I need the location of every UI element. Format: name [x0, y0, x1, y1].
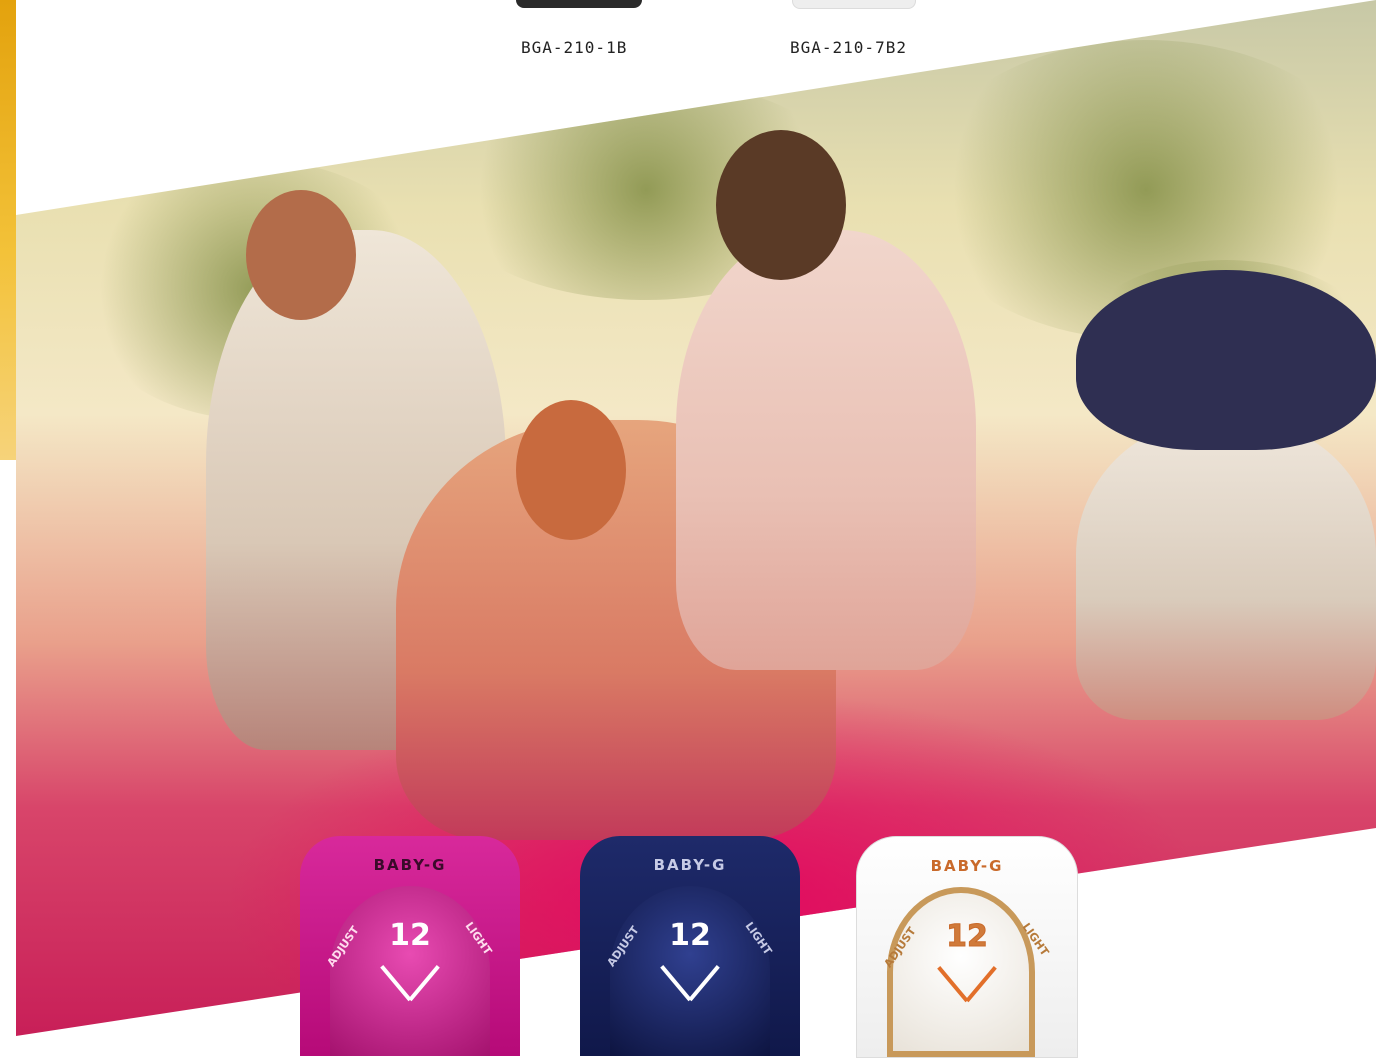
model-figure	[1076, 420, 1376, 720]
model-figure	[676, 230, 976, 670]
product-image-black-watch[interactable]	[516, 0, 642, 8]
product-model-label[interactable]: BGA-210-7B2	[790, 38, 907, 57]
product-image-white-watch[interactable]	[792, 0, 916, 9]
watch-product-white[interactable]: BABY-G ADJUST LIGHT 12	[856, 836, 1078, 1058]
watch-dial-number: 12	[669, 918, 711, 953]
watch-brand-label: BABY-G	[653, 856, 727, 874]
watch-product-pink[interactable]: BABY-G ADJUST LIGHT 12	[300, 836, 520, 1056]
watch-brand-label: BABY-G	[930, 857, 1004, 875]
watch-dial	[330, 886, 490, 1056]
watch-product-navy[interactable]: BABY-G ADJUST LIGHT 12	[580, 836, 800, 1056]
left-accent-strip	[0, 0, 16, 460]
watch-dial-number: 12	[389, 918, 431, 953]
watch-dial-number: 12	[946, 919, 989, 955]
watch-dial	[887, 887, 1035, 1057]
watch-dial	[610, 886, 770, 1056]
watch-brand-label: BABY-G	[373, 856, 447, 874]
product-model-label[interactable]: BGA-210-1B	[521, 38, 627, 57]
